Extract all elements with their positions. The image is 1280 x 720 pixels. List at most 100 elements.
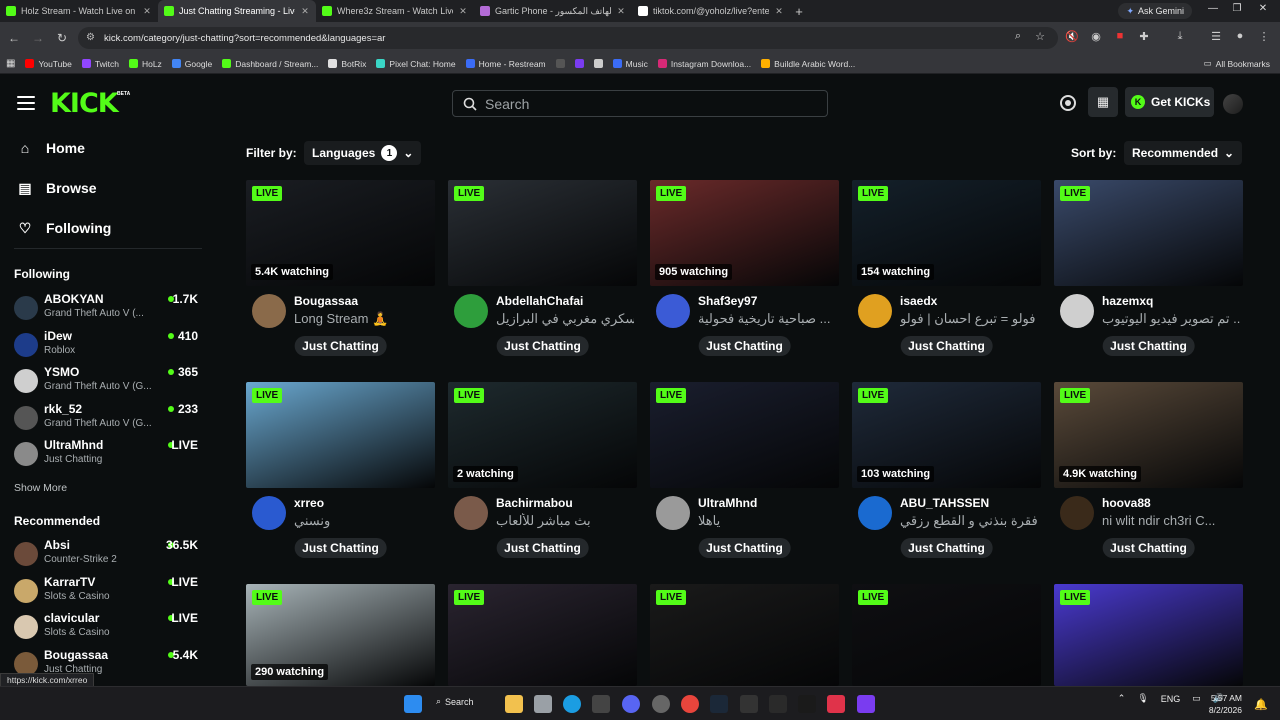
streamer-avatar[interactable] (1060, 496, 1094, 530)
app-icon[interactable] (857, 695, 875, 713)
stream-thumbnail[interactable]: LIVE (246, 382, 435, 488)
category-tag[interactable]: Just Chatting (496, 336, 589, 356)
streamer-name[interactable]: Bougassaa (294, 294, 358, 308)
stream-card[interactable]: LIVE 103 watching ABU_TAHSSEN فقرة بنذني… (852, 382, 1041, 562)
bookmark-item[interactable] (574, 59, 584, 69)
search-input[interactable]: Search (452, 90, 828, 117)
clock[interactable]: 5:57 AM 8/2/2026 (1209, 692, 1242, 716)
sidebar-channel[interactable]: rkk_52 Grand Theft Auto V (G... 233 (14, 402, 202, 438)
get-kicks-button[interactable]: K Get KICKs (1125, 87, 1214, 117)
close-window-button[interactable]: ✕ (1254, 3, 1272, 14)
browser-tab[interactable]: Where3z Stream - Watch Live o ✕ (316, 0, 474, 22)
tab-search-icon[interactable]: ☰ (1208, 30, 1224, 43)
bookmark-item[interactable]: Google (171, 59, 212, 69)
streamer-name[interactable]: hoova88 (1102, 496, 1151, 510)
minimize-button[interactable]: — (1204, 3, 1222, 14)
zoom-icon[interactable]: ⌕ (1010, 30, 1026, 43)
url-field[interactable]: ⚙ kick.com/category/just-chatting?sort=r… (78, 27, 1058, 49)
stream-thumbnail[interactable]: LIVE 2 watching (448, 382, 637, 488)
notification-icon[interactable]: 🔔 (1254, 698, 1268, 711)
profile-icon[interactable]: ● (1232, 30, 1248, 42)
stream-card[interactable]: LIVE 5.4K watching Bougassaa Long Stream… (246, 180, 435, 360)
taskbar-search[interactable]: ⌕ Search (436, 696, 474, 707)
all-bookmarks-button[interactable]: ▭ All Bookmarks (1204, 58, 1270, 69)
streamer-avatar[interactable] (252, 294, 286, 328)
sidebar-channel[interactable]: ABOKYAN Grand Theft Auto V (... 1.7K (14, 292, 202, 328)
site-info-icon[interactable]: ⚙ (86, 32, 95, 43)
streamer-avatar[interactable] (454, 294, 488, 328)
sort-dropdown[interactable]: Recommended ⌄ (1124, 141, 1243, 165)
stream-thumbnail[interactable]: LIVE (448, 180, 637, 286)
category-tag[interactable]: Just Chatting (698, 538, 791, 558)
bookmark-item[interactable] (555, 59, 565, 69)
category-tag[interactable]: Just Chatting (1102, 336, 1195, 356)
stream-card[interactable]: LIVE xrreo ونسني Just Chatting (246, 382, 435, 562)
forward-icon[interactable]: → (26, 31, 50, 45)
chrome-icon[interactable] (681, 695, 699, 713)
close-tab-icon[interactable]: ✕ (616, 6, 626, 17)
bookmark-item[interactable]: Dashboard / Stream... (222, 59, 318, 69)
bookmark-item[interactable]: HoLz (128, 59, 162, 69)
streamer-name[interactable]: AbdellahChafai (496, 294, 583, 308)
streamer-name[interactable]: isaedx (900, 294, 937, 308)
stream-thumbnail[interactable]: LIVE (650, 382, 839, 488)
bookmark-item[interactable]: Home - Restream (465, 59, 546, 69)
app-icon[interactable] (769, 695, 787, 713)
streamer-name[interactable]: Bachirmabou (496, 496, 573, 510)
stream-thumbnail[interactable]: LIVE 4.9K watching (1054, 382, 1243, 488)
stream-card[interactable]: LIVE 2 watching Bachirmabou بث مباشر للأ… (448, 382, 637, 562)
menu-dots-icon[interactable]: ⋮ (1256, 30, 1272, 43)
store-icon[interactable] (534, 695, 552, 713)
language-indicator[interactable]: ENG (1161, 694, 1181, 704)
streamer-name[interactable]: ABU_TAHSSEN (900, 496, 989, 510)
hamburger-menu-icon[interactable] (17, 96, 35, 110)
stream-thumbnail[interactable]: LIVE 905 watching (650, 180, 839, 286)
browser-tab[interactable]: Holz Stream - Watch Live on Ki ✕ (0, 0, 158, 22)
chevron-up-icon[interactable]: ⌃ (1118, 693, 1126, 704)
close-tab-icon[interactable]: ✕ (300, 6, 310, 17)
streamer-avatar[interactable] (858, 496, 892, 530)
user-avatar[interactable] (1223, 94, 1243, 114)
sidebar-channel[interactable]: clavicular Slots & Casino LIVE (14, 611, 202, 647)
streamer-avatar[interactable] (454, 496, 488, 530)
extensions-puzzle-icon[interactable]: ✚ (1136, 30, 1152, 43)
settings-icon[interactable] (652, 695, 670, 713)
streamer-name[interactable]: xrreo (294, 496, 324, 510)
maximize-button[interactable]: ❐ (1228, 3, 1246, 14)
app-icon[interactable] (740, 695, 758, 713)
browser-tab[interactable]: tiktok.com/@yoholz/live?enter ✕ (632, 0, 790, 22)
extension-icon[interactable]: ◉ (1088, 30, 1104, 43)
close-tab-icon[interactable]: ✕ (142, 6, 152, 17)
bookmark-star-icon[interactable]: ☆ (1032, 30, 1048, 43)
bookmark-item[interactable] (593, 59, 603, 69)
bookmark-item[interactable]: Instagram Downloa... (657, 59, 751, 69)
dashboard-icon[interactable]: ▦ (1088, 87, 1118, 117)
file-explorer-icon[interactable] (505, 695, 523, 713)
stream-icon[interactable] (1060, 95, 1076, 111)
network-icon[interactable]: ▭ (1192, 693, 1201, 704)
close-tab-icon[interactable]: ✕ (458, 6, 468, 17)
sidebar-item-home[interactable]: ⌂ Home (18, 136, 85, 160)
stream-thumbnail[interactable]: LIVE (1054, 584, 1243, 686)
stream-thumbnail[interactable]: LIVE (852, 584, 1041, 686)
kick-logo[interactable]: KICK (50, 88, 119, 119)
sidebar-channel[interactable]: iDew Roblox 410 (14, 329, 202, 365)
sidebar-channel[interactable]: KarrarTV Slots & Casino LIVE (14, 575, 202, 611)
streamer-name[interactable]: hazemxq (1102, 294, 1153, 308)
stream-thumbnail[interactable]: LIVE 103 watching (852, 382, 1041, 488)
edge-icon[interactable] (563, 695, 581, 713)
stream-card[interactable]: LIVE (1054, 584, 1243, 686)
streamer-avatar[interactable] (858, 294, 892, 328)
stream-card[interactable]: LIVE 154 watching isaedx فولو = تبرع احس… (852, 180, 1041, 360)
stream-card[interactable]: LIVE (852, 584, 1041, 686)
category-tag[interactable]: Just Chatting (900, 538, 993, 558)
browser-tab[interactable]: Gartic Phone - الهاتف المكسور ✕ (474, 0, 632, 22)
bookmark-item[interactable]: Music (612, 59, 648, 69)
app-icon[interactable] (798, 695, 816, 713)
category-tag[interactable]: Just Chatting (698, 336, 791, 356)
category-tag[interactable]: Just Chatting (496, 538, 589, 558)
category-tag[interactable]: Just Chatting (900, 336, 993, 356)
new-tab-button[interactable]: + (790, 4, 808, 19)
epic-games-icon[interactable] (592, 695, 610, 713)
show-more-link[interactable]: Show More (14, 482, 67, 494)
